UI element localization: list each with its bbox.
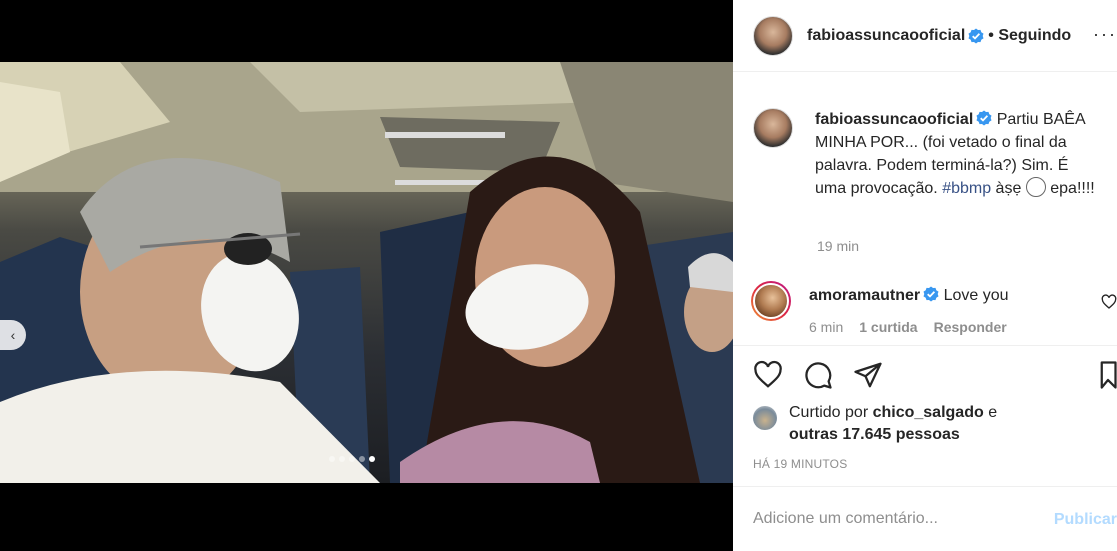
publish-button[interactable]: Publicar — [1054, 511, 1117, 529]
comment-icon[interactable] — [803, 360, 833, 390]
photo-illustration — [0, 62, 733, 483]
caption-text: fabioassuncaooficial Partiu BAÊA MINHA P… — [815, 108, 1097, 200]
carousel-dot — [329, 456, 335, 462]
caption-username[interactable]: fabioassuncaooficial — [815, 111, 973, 128]
hashtag-link[interactable]: #bbmp — [942, 180, 991, 197]
comment-input[interactable] — [753, 510, 1043, 528]
post-side-panel: fabioassuncaooficial • Seguindo ··· fabi… — [733, 0, 1117, 551]
share-icon[interactable] — [853, 360, 883, 390]
more-options-button[interactable]: ··· — [1093, 24, 1117, 45]
likes-count-link[interactable]: outras 17.645 pessoas — [789, 426, 960, 443]
post-caption: fabioassuncaooficial Partiu BAÊA MINHA P… — [753, 108, 1117, 200]
caption-body-2: àṣẹ — [991, 180, 1026, 197]
comment-time: 6 min — [809, 319, 844, 335]
likes-conjunction: e — [983, 404, 998, 421]
bookmark-icon[interactable] — [1099, 360, 1117, 390]
likes-summary: Curtido por chico_salgado e outras 17.64… — [753, 402, 997, 446]
heart-icon[interactable] — [753, 360, 783, 390]
comment-username[interactable]: amoramautner — [809, 287, 920, 304]
caption-body-3: epa!!!! — [1045, 180, 1095, 197]
circle-emoji-icon — [1025, 177, 1046, 197]
caption-author-avatar[interactable] — [753, 108, 793, 148]
liker-username[interactable]: chico_salgado — [873, 404, 984, 421]
author-avatar[interactable] — [753, 15, 793, 56]
add-comment-bar: Publicar — [733, 486, 1117, 551]
post-photo[interactable]: ‹ — [0, 62, 733, 483]
carousel-dot — [349, 456, 355, 462]
like-comment-heart-icon[interactable] — [1101, 294, 1117, 310]
following-button[interactable]: • Seguindo — [988, 27, 1071, 45]
liker-avatar[interactable] — [753, 406, 777, 430]
post-media: ‹ — [0, 0, 733, 551]
carousel-dot-active — [369, 456, 375, 462]
commenter-avatar[interactable] — [751, 281, 791, 321]
comment-likes-link[interactable]: 1 curtida — [859, 319, 917, 335]
author-username[interactable]: fabioassuncaooficial — [807, 27, 965, 45]
carousel-dot — [339, 456, 345, 462]
caption-time: 19 min — [817, 238, 860, 254]
chevron-left-icon: ‹ — [10, 327, 16, 343]
liked-by-label: Curtido por — [789, 404, 873, 421]
comment-item: amoramautner Love you 6 min 1 curtida Re… — [751, 281, 1117, 335]
reply-button[interactable]: Responder — [934, 319, 1007, 335]
carousel-indicator — [329, 456, 375, 462]
verified-badge-icon — [923, 286, 939, 302]
post-header: fabioassuncaooficial • Seguindo ··· — [733, 0, 1117, 72]
verified-badge-icon — [968, 28, 984, 43]
post-timestamp: HÁ 19 MINUTOS — [753, 457, 848, 471]
carousel-dot — [359, 456, 365, 462]
comment-text: Love you — [939, 287, 1009, 304]
verified-badge-icon — [976, 110, 992, 126]
